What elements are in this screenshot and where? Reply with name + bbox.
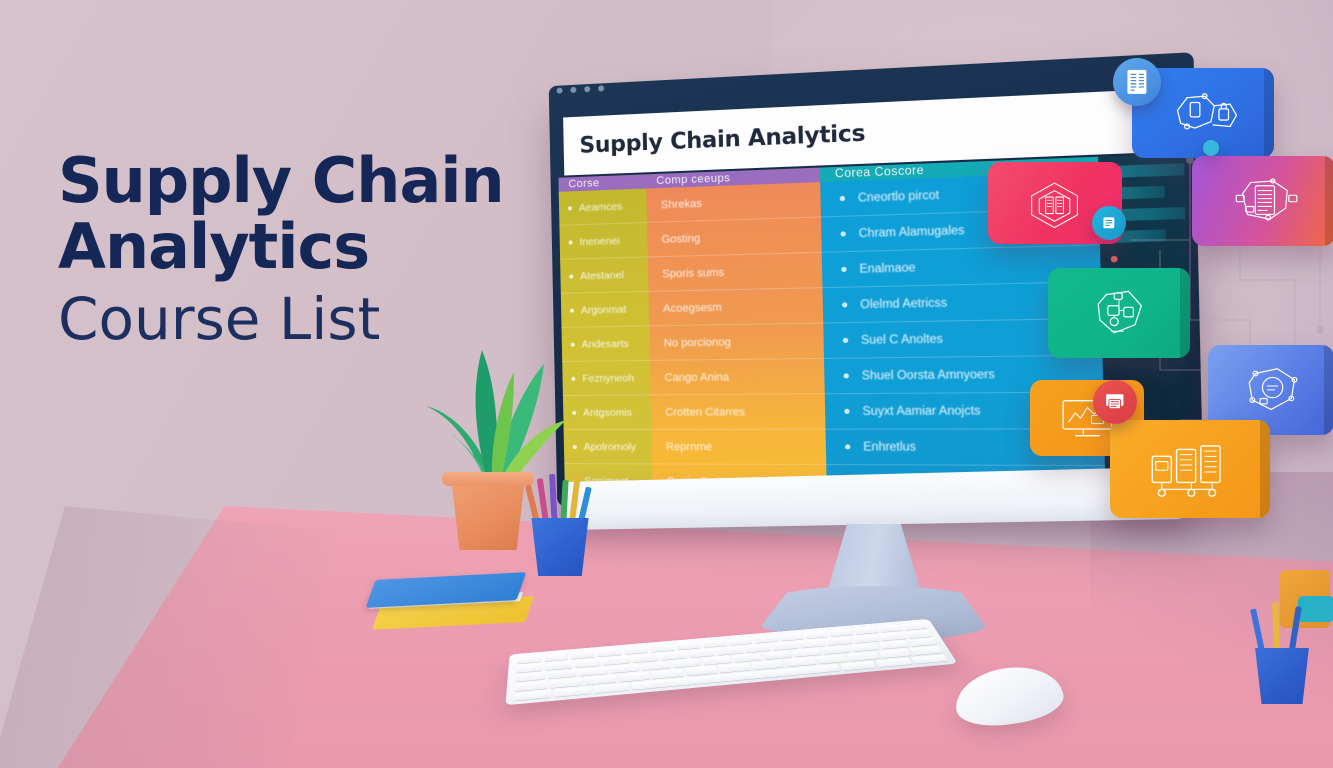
cell-text: Enalmaoe — [859, 261, 916, 276]
table-row[interactable]: Gosting — [647, 217, 822, 258]
cell-text: Enhretlus — [863, 440, 917, 454]
window-controls[interactable] — [556, 85, 605, 94]
cell-text: Cneortlo pircot — [857, 188, 940, 205]
table-row[interactable]: Inenenei — [559, 222, 648, 260]
cell-text: Inenenei — [579, 234, 620, 248]
pencil-cup-body — [531, 518, 589, 576]
cell-text: Aeamces — [578, 200, 623, 214]
cell-text: Shrekas — [660, 197, 703, 211]
scene-stage: Supply Chain Analytics Course List Suppl… — [0, 0, 1333, 768]
cell-text: Shuel Oorsta Amnyoers — [861, 368, 995, 383]
bullet-icon — [567, 205, 572, 210]
pencil-cup — [522, 473, 598, 576]
cell-text: Feznyneoh — [582, 371, 635, 385]
card-document-list[interactable] — [1192, 156, 1333, 246]
plant-pot — [451, 478, 525, 550]
badge-monitor-doc[interactable] — [1093, 380, 1137, 424]
table-row[interactable]: Aeamces — [558, 188, 648, 226]
badge-document[interactable] — [1113, 58, 1161, 106]
pencil-cup-right-body — [1255, 648, 1309, 704]
chip-icon — [1103, 217, 1115, 229]
badge-teal-dot — [1203, 140, 1219, 156]
table-row[interactable]: Atestanel — [560, 257, 649, 294]
document-list-icon — [1192, 156, 1333, 246]
bullet-icon — [839, 195, 846, 202]
bullet-icon — [844, 408, 850, 414]
card-workflow[interactable] — [1048, 268, 1190, 358]
column-body-components: Shrekas Gosting Sporis sums Acoegsesm No… — [646, 182, 828, 498]
table-row[interactable]: Acoegsesm — [648, 288, 824, 327]
title-line-2: Analytics — [58, 209, 370, 283]
bullet-icon — [568, 239, 573, 245]
cell-text: Gosting — [661, 232, 701, 246]
table-row[interactable]: Sporis sums — [647, 252, 823, 292]
bullet-icon — [842, 337, 849, 344]
window-dot-4[interactable] — [598, 85, 605, 92]
cell-text: Olelmd Aetricss — [860, 296, 948, 311]
cell-text: Argonmat — [580, 303, 627, 316]
window-dot-1[interactable] — [556, 87, 563, 94]
table-row[interactable]: Reprnme — [651, 429, 827, 466]
window-dot-3[interactable] — [584, 86, 591, 93]
cell-text: Sporis sums — [662, 266, 725, 280]
cell-text: No porcionog — [663, 335, 731, 350]
badge-chip[interactable] — [1092, 206, 1126, 240]
bullet-icon — [569, 273, 574, 279]
monitor-doc-icon — [1106, 394, 1124, 410]
cell-text: Suel C Anoltes — [860, 332, 944, 347]
cell-text: Chram Alamugales — [858, 224, 965, 240]
bullet-icon — [843, 373, 849, 379]
pencil-cup-right — [1250, 601, 1318, 704]
bullet-icon — [569, 308, 575, 313]
search-input[interactable]: Supply Chain Analytics — [579, 120, 865, 158]
cell-text: Andesarts — [581, 337, 629, 351]
window-dot-2[interactable] — [570, 86, 577, 94]
table-column-components: Comp ceeups Shrekas Gosting Sporis sums … — [646, 167, 828, 498]
bullet-icon — [845, 444, 851, 450]
warehouse-truck-icon — [1110, 420, 1270, 518]
bullet-icon — [841, 302, 848, 308]
document-icon — [1127, 69, 1147, 95]
cell-text: Acoegsesm — [662, 301, 722, 315]
bullet-icon — [841, 266, 847, 273]
table-row[interactable]: Crotten Citarres — [650, 394, 826, 430]
cell-text: Suyxt Aamiar Anojcts — [862, 404, 981, 418]
cell-text: Cango Anina — [664, 370, 730, 384]
title-line-1: Supply Chain — [58, 144, 505, 217]
cell-text: Crotten Citarres — [665, 405, 746, 419]
cell-text: Apolromoly — [583, 440, 637, 453]
table-row[interactable]: Shrekas — [646, 182, 821, 223]
card-warehouse-logistics[interactable] — [1110, 420, 1270, 518]
alert-dot-icon — [1110, 255, 1118, 263]
cell-text: Reprnme — [665, 440, 713, 453]
workflow-node-icon — [1048, 268, 1190, 358]
cell-text: Antgsomis — [582, 406, 633, 419]
bullet-icon — [840, 231, 846, 237]
plant-pot-rim — [442, 472, 534, 486]
table-row[interactable]: No porcionog — [649, 323, 825, 361]
cell-text: Atestanel — [580, 268, 624, 282]
table-row[interactable]: Cango Anina — [649, 358, 825, 396]
